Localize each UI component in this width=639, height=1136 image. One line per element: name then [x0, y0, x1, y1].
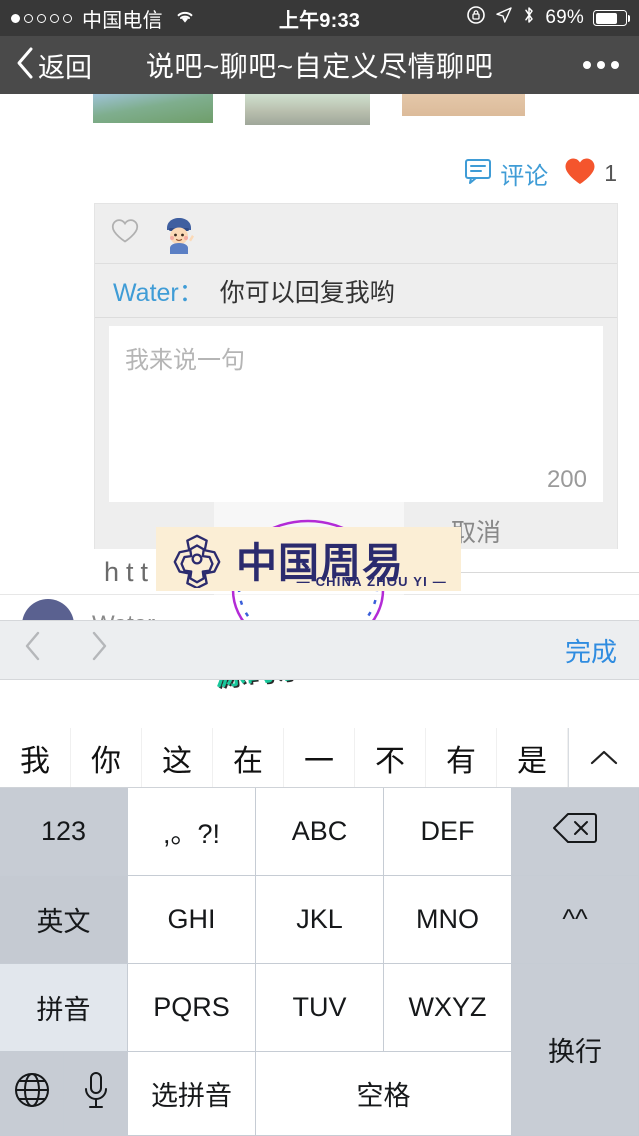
key-space[interactable]: 空格 — [256, 1052, 512, 1136]
heart-outline-icon[interactable] — [111, 218, 139, 249]
key-123[interactable]: 123 — [0, 788, 128, 876]
bluetooth-icon — [522, 5, 536, 31]
location-arrow-icon — [495, 6, 513, 30]
key-select-pinyin-label: 选拼音 — [151, 1081, 232, 1111]
comment-quoted-line: Water： 你可以回复我哟 — [95, 264, 617, 318]
comment-label: 评论 — [500, 163, 549, 190]
key-space-label: 空格 — [356, 1081, 411, 1111]
cancel-button[interactable]: 取消 — [451, 513, 501, 549]
key-jkl-label: JKL — [296, 904, 343, 934]
delete-backspace-icon — [552, 811, 598, 852]
status-bar-left: 中国电信 — [0, 4, 196, 33]
thumbnail-1[interactable] — [93, 94, 213, 123]
next-field-button[interactable] — [66, 630, 132, 670]
comment-input-wrap: 我来说一句 200 — [95, 318, 617, 502]
status-bar: 中国电信 上午9:33 69% — [0, 0, 639, 36]
chevron-up-icon[interactable] — [568, 728, 639, 787]
candidate-4[interactable]: 一 — [284, 728, 355, 787]
key-select-pinyin[interactable]: 选拼音 — [128, 1052, 256, 1136]
screen: 中国电信 上午9:33 69% 返回 说吧~聊吧~自定义尽情聊吧 评论 1 Wa… — [0, 0, 639, 1136]
chevron-left-icon — [25, 631, 40, 661]
comment-message: 你可以回复我哟 — [219, 278, 395, 307]
battery-icon — [593, 10, 630, 26]
key-pqrs[interactable]: PQRS — [128, 964, 256, 1052]
key-abc[interactable]: ABC — [256, 788, 384, 876]
keyboard-grid: 123 ,。?! ABC DEF 英文 GHI JKL MNO ^^ 拼音 PQRS TUV WXYZ 换… — [0, 788, 639, 1136]
carrier-label: 中国电信 — [82, 9, 163, 32]
navigation-bar: 返回 说吧~聊吧~自定义尽情聊吧 — [0, 36, 639, 94]
key-wxyz[interactable]: WXYZ — [384, 964, 512, 1052]
key-tuv[interactable]: TUV — [256, 964, 384, 1052]
avatar-boy-icon[interactable] — [159, 214, 199, 254]
globe-icon — [12, 1070, 52, 1117]
candidate-2[interactable]: 这 — [142, 728, 213, 787]
key-mic[interactable] — [64, 1052, 128, 1136]
comment-button[interactable]: 评论 — [464, 156, 548, 191]
key-pinyin[interactable]: 拼音 — [0, 964, 128, 1052]
comment-bubble-icon — [464, 158, 492, 189]
key-emoticon[interactable]: ^^ — [512, 876, 639, 964]
key-mno[interactable]: MNO — [384, 876, 512, 964]
back-button[interactable]: 返回 — [0, 46, 92, 85]
done-button[interactable]: 完成 — [565, 632, 639, 669]
key-ghi-label: GHI — [167, 904, 216, 934]
key-emoticon-label: ^^ — [562, 904, 588, 934]
back-label: 返回 — [38, 52, 92, 83]
like-count: 1 — [604, 160, 617, 186]
like-button[interactable]: 1 — [564, 157, 617, 191]
key-punctuation[interactable]: ,。?! — [128, 788, 256, 876]
heart-icon — [564, 157, 596, 191]
key-ghi[interactable]: GHI — [128, 876, 256, 964]
key-def-label: DEF — [420, 816, 475, 846]
comment-card-header — [95, 204, 617, 264]
chevron-right-icon — [92, 631, 107, 661]
thumbnail-3[interactable] — [402, 94, 525, 116]
key-mno-label: MNO — [416, 904, 479, 934]
candidate-5[interactable]: 不 — [355, 728, 426, 787]
key-globe[interactable] — [0, 1052, 64, 1136]
key-pqrs-label: PQRS — [153, 992, 230, 1022]
key-wxyz-label: WXYZ — [408, 992, 487, 1022]
char-counter: 200 — [546, 466, 587, 493]
page-title: 说吧~聊吧~自定义尽情聊吧 — [145, 51, 494, 82]
candidate-0[interactable]: 我 — [0, 728, 71, 787]
key-abc-label: ABC — [291, 816, 348, 846]
rotation-lock-icon — [466, 5, 486, 31]
key-pinyin-label: 拼音 — [36, 995, 91, 1025]
status-bar-right: 69% — [466, 5, 639, 31]
keyboard-accessory-toolbar: 完成 — [0, 620, 639, 680]
chevron-left-icon — [14, 46, 36, 85]
key-english-label: 英文 — [36, 907, 91, 937]
virtual-keyboard: 我你这在一不有是 123 ,。?! ABC DEF 英文 GHI JKL MNO ^^ 拼音 PQR… — [0, 728, 639, 1136]
key-def[interactable]: DEF — [384, 788, 512, 876]
candidate-6[interactable]: 有 — [426, 728, 497, 787]
key-jkl[interactable]: JKL — [256, 876, 384, 964]
thumbnail-2[interactable] — [245, 94, 370, 125]
prev-field-button[interactable] — [0, 630, 66, 670]
thumbnail-strip — [93, 94, 525, 125]
comment-author: Water： — [113, 278, 204, 307]
wifi-icon — [174, 7, 196, 30]
comment-input-placeholder: 我来说一句 — [125, 347, 245, 374]
battery-percent-label: 69% — [545, 7, 584, 28]
candidate-3[interactable]: 在 — [213, 728, 284, 787]
candidate-7[interactable]: 是 — [497, 728, 568, 787]
post-action-row: 评论 1 — [464, 156, 617, 191]
key-english[interactable]: 英文 — [0, 876, 128, 964]
candidate-row: 我你这在一不有是 — [0, 728, 639, 788]
comment-input[interactable]: 我来说一句 200 — [109, 326, 603, 502]
candidate-1[interactable]: 你 — [71, 728, 142, 787]
key-123-label: 123 — [40, 816, 87, 846]
more-dots-icon[interactable] — [583, 61, 639, 69]
key-return-label: 换行 — [548, 1037, 602, 1067]
signal-strength-icon — [11, 13, 72, 23]
key-punctuation-label: ,。?! — [162, 819, 221, 849]
microphone-icon — [83, 1070, 109, 1117]
key-return[interactable]: 换行 — [512, 964, 639, 1136]
key-delete[interactable] — [512, 788, 639, 876]
key-tuv-label: TUV — [292, 992, 347, 1022]
